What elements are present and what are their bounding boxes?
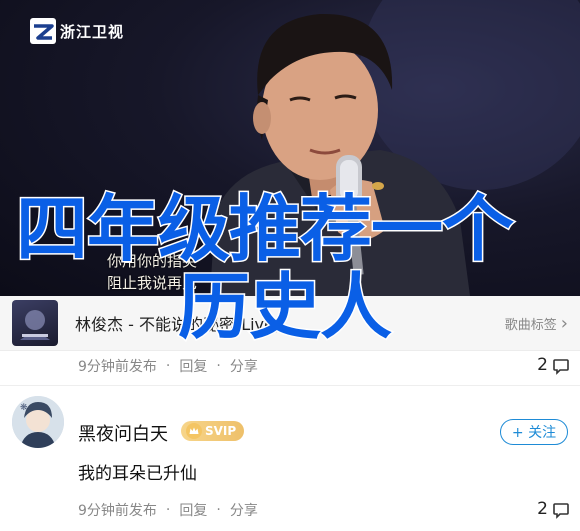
username[interactable]: 黑夜问白天 (78, 420, 168, 446)
avatar-image: ❋ (12, 396, 64, 448)
reply-link[interactable]: 回复 (179, 500, 207, 520)
svip-label: SVIP (205, 424, 237, 438)
zjtv-logo-icon (30, 18, 56, 44)
headline-line-2: 历史人 (177, 265, 394, 349)
post-meta-2: 9分钟前发布 · 回复 · 分享 (78, 500, 258, 520)
share-link[interactable]: 分享 (230, 500, 258, 520)
comment-icon[interactable] (552, 357, 570, 375)
svip-badge: SVIP (181, 421, 245, 441)
post-time: 9分钟前发布 (78, 359, 157, 375)
avatar[interactable]: ❋ (12, 396, 64, 448)
follow-button[interactable]: + 关注 (500, 419, 568, 445)
separator: · (165, 502, 171, 518)
headline-line-1: 四年级推荐一个 (15, 187, 516, 271)
separator: · (216, 502, 221, 518)
channel-logo: 浙江卫视 (30, 18, 124, 44)
crown-icon (186, 423, 202, 439)
separator: · (165, 358, 171, 374)
post-time: 9分钟前发布 (78, 503, 157, 519)
comment-count[interactable]: 2 (537, 355, 548, 375)
reply-link[interactable]: 回复 (179, 356, 207, 376)
comment-icon[interactable] (552, 501, 570, 519)
separator: · (216, 358, 221, 374)
overlay-headline: 四年级推荐一个 历史人 (10, 187, 580, 349)
channel-name: 浙江卫视 (60, 22, 125, 41)
divider (0, 385, 580, 386)
post-meta-1: 9分钟前发布 · 回复 · 分享 (78, 356, 258, 376)
post-content: 我的耳朵已升仙 (78, 464, 197, 484)
share-link[interactable]: 分享 (230, 356, 258, 376)
svg-text:❋: ❋ (20, 403, 28, 413)
comment-count[interactable]: 2 (537, 499, 548, 519)
